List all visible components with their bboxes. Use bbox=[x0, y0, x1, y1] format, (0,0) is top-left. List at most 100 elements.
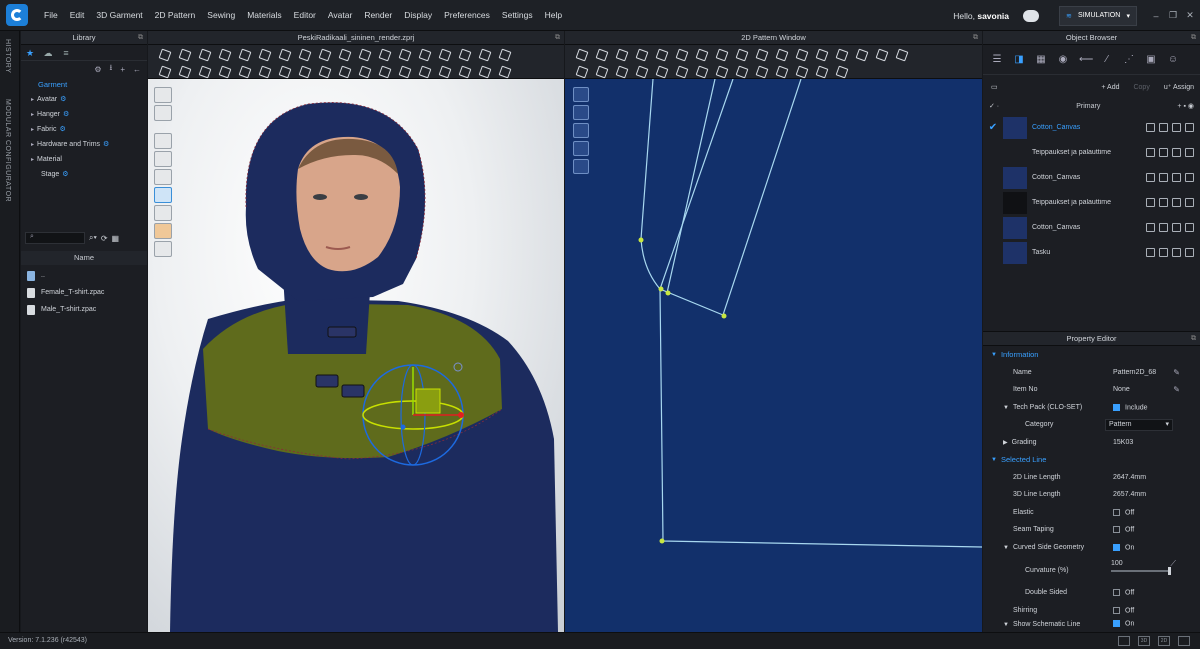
avatar-tab-icon[interactable]: ☺ bbox=[1167, 54, 1179, 66]
cloud-icon[interactable] bbox=[1023, 9, 1039, 22]
elastic-icon[interactable] bbox=[713, 64, 729, 78]
check-sewing-icon[interactable] bbox=[613, 64, 629, 78]
more-icon[interactable] bbox=[1185, 123, 1194, 132]
offset-icon[interactable] bbox=[753, 47, 769, 61]
more-icon[interactable] bbox=[1185, 248, 1194, 257]
material-item[interactable]: ✔ Cotton_Canvas bbox=[983, 115, 1200, 140]
material-item[interactable]: Cotton_Canvas bbox=[983, 215, 1200, 240]
section-selected-line[interactable]: ▼ Selected Line bbox=[983, 451, 1200, 469]
fold-tool-icon[interactable] bbox=[196, 47, 212, 61]
copy-icon[interactable] bbox=[1159, 173, 1168, 182]
slider-knob[interactable] bbox=[1168, 567, 1171, 575]
pattern-point[interactable] bbox=[659, 538, 665, 544]
fold-icon[interactable] bbox=[673, 64, 689, 78]
curvature-field[interactable]: 100 bbox=[1111, 560, 1200, 567]
material-item[interactable]: Tasku bbox=[983, 240, 1200, 265]
collapse-icon[interactable]: ▼ bbox=[1003, 622, 1009, 628]
material-item[interactable]: Teippaukset ja palauttime bbox=[983, 190, 1200, 215]
graphic-tool-icon[interactable] bbox=[236, 64, 252, 78]
sew-tool-icon[interactable] bbox=[276, 47, 292, 61]
folder-icon[interactable]: ▭ bbox=[991, 83, 998, 91]
float-icon[interactable]: ⧉ bbox=[138, 31, 143, 45]
copy-icon[interactable] bbox=[1159, 123, 1168, 132]
line-tool-icon[interactable] bbox=[296, 47, 312, 61]
internal-polygon-icon[interactable] bbox=[693, 47, 709, 61]
fabric-tab-icon[interactable]: ◨ bbox=[1013, 54, 1025, 66]
zipper-tab-icon[interactable]: ⟵ bbox=[1079, 54, 1093, 66]
grid-view-icon[interactable] bbox=[573, 87, 589, 102]
check-toggle-icon[interactable]: ✓ · bbox=[989, 102, 999, 110]
transform-tool-icon[interactable] bbox=[176, 47, 192, 61]
pattern-tool-icon[interactable] bbox=[316, 64, 332, 78]
sew-line-tool-icon[interactable] bbox=[396, 64, 412, 78]
texture-edit-icon[interactable] bbox=[176, 64, 192, 78]
segment-sewing-icon[interactable] bbox=[573, 64, 589, 78]
gizmo-plane-handle[interactable] bbox=[415, 388, 441, 414]
delete-icon[interactable] bbox=[1172, 148, 1181, 157]
more-icon[interactable] bbox=[1185, 173, 1194, 182]
garment-tool-icon[interactable] bbox=[456, 47, 472, 61]
info-view-icon[interactable] bbox=[573, 123, 589, 138]
view-mode-3d-icon[interactable]: 3D bbox=[1138, 636, 1150, 646]
globe-display-icon[interactable] bbox=[154, 241, 172, 257]
file-item-female-tshirt[interactable]: Female_T-shirt.zpac bbox=[27, 284, 104, 301]
quilting-icon[interactable] bbox=[813, 64, 829, 78]
schematic-checkbox[interactable]: On bbox=[1113, 620, 1200, 628]
shirt-tool-icon[interactable] bbox=[496, 47, 512, 61]
search-input[interactable]: ⌕ bbox=[25, 232, 85, 244]
settings-icon[interactable]: ⚙ bbox=[60, 96, 66, 103]
menu-sewing[interactable]: Sewing bbox=[201, 10, 241, 20]
material-swatch[interactable] bbox=[1003, 166, 1027, 189]
delete-icon[interactable] bbox=[1172, 198, 1181, 207]
delete-icon[interactable] bbox=[1172, 223, 1181, 232]
transform-pattern-icon[interactable] bbox=[593, 47, 609, 61]
tree-item-material[interactable]: ▸ Material bbox=[31, 152, 147, 167]
close-button[interactable]: ✕ bbox=[1183, 10, 1197, 21]
button-tab-icon[interactable]: ◉ bbox=[1057, 54, 1069, 66]
avatar-view-icon[interactable] bbox=[573, 159, 589, 174]
seam-allowance-icon[interactable] bbox=[813, 47, 829, 61]
view-mode-2d-icon[interactable]: 2D bbox=[1158, 636, 1170, 646]
avatar-measure-icon[interactable] bbox=[156, 64, 172, 78]
delete-icon[interactable] bbox=[1172, 248, 1181, 257]
add-icon[interactable] bbox=[1146, 173, 1155, 182]
point-tool-icon[interactable] bbox=[336, 64, 352, 78]
hanger-tool-icon[interactable] bbox=[436, 47, 452, 61]
settings-icon[interactable]: ⚙ bbox=[103, 141, 109, 148]
settings-icon[interactable]: ⚙ bbox=[94, 65, 101, 74]
material-item[interactable]: Teippaukset ja palauttime bbox=[983, 140, 1200, 165]
fold-display-icon[interactable] bbox=[154, 205, 172, 221]
expand-icon[interactable]: ▶ bbox=[1003, 440, 1008, 446]
tree-item-hardware[interactable]: ▸ Hardware and Trims ⚙ bbox=[31, 137, 147, 152]
edit-pattern-icon[interactable] bbox=[573, 47, 589, 61]
copy-icon[interactable] bbox=[1159, 248, 1168, 257]
copy-button[interactable]: Copy bbox=[1133, 84, 1149, 91]
zipper-tool-icon[interactable] bbox=[336, 47, 352, 61]
section-information[interactable]: ▼ Information bbox=[983, 346, 1200, 364]
pattern-point[interactable] bbox=[665, 290, 671, 296]
menu-help[interactable]: Help bbox=[539, 10, 568, 20]
menu-3d-garment[interactable]: 3D Garment bbox=[90, 10, 148, 20]
pin-tool-icon[interactable] bbox=[236, 47, 252, 61]
view-mode-single-icon[interactable] bbox=[1118, 636, 1130, 646]
list-icon[interactable]: ☰ bbox=[991, 54, 1003, 66]
pencil-icon[interactable]: ✎ bbox=[1173, 385, 1180, 394]
brush-tool-icon[interactable] bbox=[216, 64, 232, 78]
menu-avatar[interactable]: Avatar bbox=[322, 10, 358, 20]
rectangle-icon[interactable] bbox=[653, 47, 669, 61]
fabric-tool-icon[interactable] bbox=[476, 64, 492, 78]
grading-value[interactable]: 15K03 bbox=[1113, 439, 1200, 446]
pattern-point[interactable] bbox=[721, 313, 727, 319]
mode-selector[interactable]: ≋ SIMULATION ▾ bbox=[1059, 5, 1137, 26]
fitting-tool-icon[interactable] bbox=[396, 47, 412, 61]
menu-materials[interactable]: Materials bbox=[241, 10, 287, 20]
edit-curve-icon[interactable]: ⟋ bbox=[1170, 559, 1176, 569]
item-no-field[interactable]: None bbox=[1113, 386, 1200, 393]
polygon-tool-icon[interactable] bbox=[436, 64, 452, 78]
add-icon[interactable] bbox=[1146, 223, 1155, 232]
pencil-icon[interactable]: ✎ bbox=[1173, 368, 1180, 377]
pattern-piece-line[interactable] bbox=[659, 79, 802, 316]
menu-render[interactable]: Render bbox=[358, 10, 398, 20]
pattern-point[interactable] bbox=[658, 286, 664, 292]
file-item-male-tshirt[interactable]: Male_T-shirt.zpac bbox=[27, 301, 104, 318]
